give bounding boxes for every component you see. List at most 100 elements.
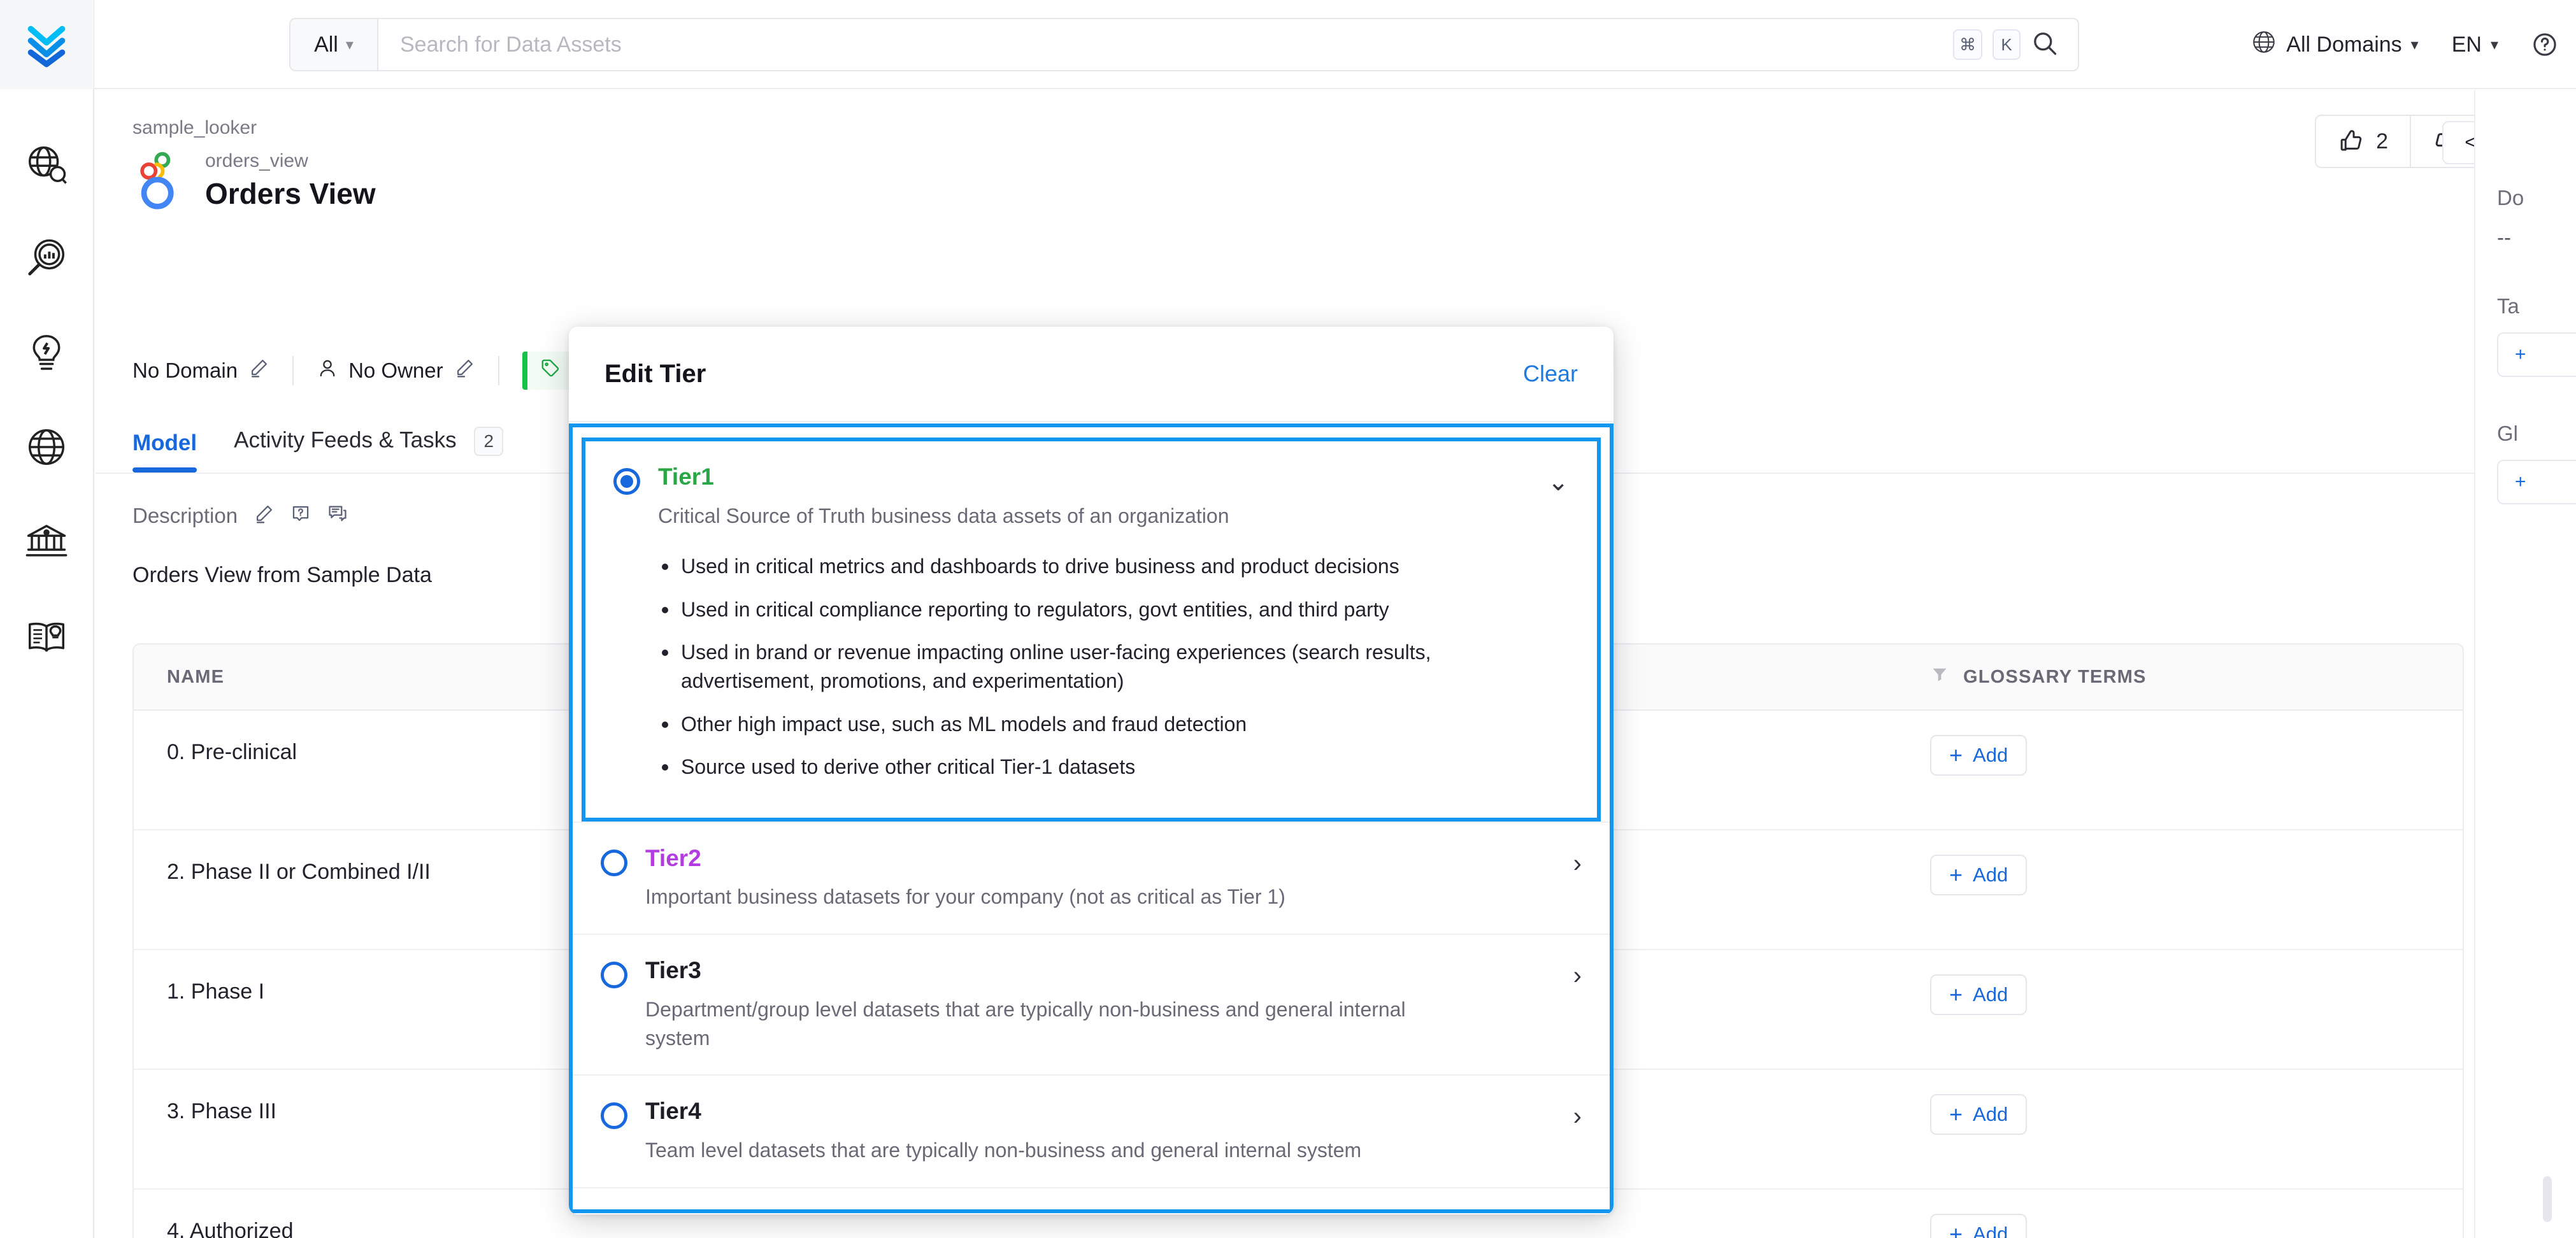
search-icon[interactable]: [2031, 29, 2059, 60]
edit-description-icon[interactable]: [253, 503, 275, 528]
chevron-down-icon[interactable]: ⌄: [1547, 469, 1569, 495]
kbd-k: K: [1993, 29, 2021, 60]
plus-icon: +: [1949, 1221, 1963, 1238]
tier-benefit-item: Other high impact use, such as ML models…: [659, 710, 1481, 739]
table-cell-glossary: + Add: [1930, 1190, 2452, 1238]
search-scope-label: All: [314, 32, 338, 57]
chevron-right-icon[interactable]: ›: [1573, 963, 1582, 988]
tier-benefit-item: Used in critical metrics and dashboards …: [659, 552, 1481, 581]
magnifier-chart-icon: [24, 236, 69, 281]
search-scope-dropdown[interactable]: All ▾: [290, 19, 378, 70]
sidebar-item-explore[interactable]: [0, 117, 94, 211]
domain-label: No Domain: [132, 359, 238, 382]
search-input[interactable]: [378, 19, 1953, 70]
tier-options-list: Tier1 Critical Source of Truth business d…: [569, 423, 1614, 1213]
chevron-right-icon[interactable]: ›: [1573, 1104, 1582, 1129]
tier-radio-tier1[interactable]: [613, 468, 640, 495]
add-glossary-term-label: Add: [1973, 983, 2008, 1006]
edit-owner-icon[interactable]: [454, 357, 475, 384]
top-bar: All ▾ ⌘ K: [94, 0, 2576, 89]
right-panel-glossary-label: Gl: [2497, 422, 2518, 445]
tab-model-label: Model: [132, 430, 197, 455]
right-panel-domain-label: Do: [2497, 186, 2524, 210]
language-selector[interactable]: EN ▾: [2452, 32, 2498, 57]
add-glossary-term-label: Add: [1973, 1223, 2008, 1238]
tier-description: Team level datasets that are typically n…: [645, 1139, 1362, 1162]
page-scrollbar-thumb[interactable]: [2543, 1176, 2552, 1222]
add-glossary-term-button[interactable]: + Add: [1930, 1094, 2028, 1135]
tier-description: Critical Source of Truth business data a…: [658, 504, 1229, 527]
user-icon: [317, 357, 338, 384]
column-header-glossary-terms[interactable]: GLOSSARY TERMS: [1930, 665, 2452, 689]
sidebar-item-glossary[interactable]: [0, 588, 94, 683]
add-glossary-term-button[interactable]: + Add: [1930, 855, 2028, 895]
language-label: EN: [2451, 32, 2482, 57]
breadcrumb[interactable]: sample_looker: [132, 117, 257, 139]
add-glossary-term-label: Add: [1973, 744, 2008, 766]
sidebar-item-observability[interactable]: [0, 211, 94, 306]
filter-icon[interactable]: [1930, 665, 1949, 689]
tier-radio-tier3[interactable]: [601, 961, 627, 988]
table-cell-glossary: + Add: [1930, 711, 2452, 776]
description-comments-icon[interactable]: [327, 503, 348, 528]
description-text: Orders View from Sample Data: [132, 563, 432, 587]
add-glossary-term-button[interactable]: + Add: [1930, 974, 2028, 1015]
divider: [292, 356, 294, 385]
sidebar-item-govern[interactable]: [0, 494, 94, 588]
clear-tier-button[interactable]: Clear: [1523, 360, 1578, 387]
tier-name: Tier2: [645, 844, 701, 871]
tab-activity-feeds-tasks[interactable]: Activity Feeds & Tasks 2: [234, 427, 504, 473]
plus-icon: +: [1949, 862, 1963, 888]
tier-option-tier4[interactable]: Tier4 Team level datasets that are typica…: [573, 1074, 1610, 1187]
looker-service-icon: [132, 149, 187, 210]
right-panel-glossary-add-button[interactable]: +: [2497, 460, 2576, 504]
globe-icon: [24, 425, 69, 469]
tab-activity-label: Activity Feeds & Tasks: [234, 427, 457, 453]
tier-name: Tier5: [645, 1211, 1573, 1213]
plus-icon: +: [2515, 344, 2526, 365]
help-icon[interactable]: [2531, 31, 2558, 58]
app-logo[interactable]: [0, 0, 94, 89]
tier-option-tier3[interactable]: Tier3 Department/group level datasets tha…: [573, 933, 1610, 1075]
add-glossary-term-button[interactable]: + Add: [1930, 735, 2028, 776]
domain-meta: No Domain: [132, 357, 269, 384]
tier-radio-tier4[interactable]: [601, 1102, 627, 1130]
kbd-command: ⌘: [1953, 29, 1982, 60]
lightbulb-icon: [24, 331, 69, 375]
right-panel-tags-add-button[interactable]: +: [2497, 332, 2576, 377]
tier-option-tier5[interactable]: Tier5Private/Unused data assets - No imp…: [573, 1186, 1610, 1213]
globe-icon: [2250, 29, 2277, 61]
edit-tier-popover: Edit Tier Clear Tier1 Critical Source of …: [569, 327, 1614, 1214]
page-title: Orders View: [205, 176, 376, 210]
global-search: All ▾ ⌘ K: [289, 18, 2079, 71]
add-glossary-term-button[interactable]: + Add: [1930, 1214, 2028, 1238]
table-cell-glossary: + Add: [1930, 830, 2452, 895]
owner-meta: No Owner: [317, 357, 475, 384]
tier-description: Important business datasets for your com…: [645, 885, 1285, 909]
request-description-icon[interactable]: [290, 503, 311, 528]
tier-description: Department/group level datasets that are…: [645, 997, 1406, 1049]
domains-selector[interactable]: All Domains ▾: [2250, 29, 2419, 61]
entity-name: orders_view: [205, 150, 308, 171]
top-bar-right: All Domains ▾ EN ▾: [2250, 0, 2576, 89]
left-nav-rail: [0, 0, 94, 1238]
add-glossary-term-label: Add: [1973, 864, 2008, 886]
chevron-down-icon: ▾: [345, 36, 354, 53]
tier-option-tier1[interactable]: Tier1 Critical Source of Truth business d…: [582, 438, 1601, 822]
chevron-down-icon: ▾: [2410, 36, 2419, 53]
entity-tabs: Model Activity Feeds & Tasks 2: [132, 427, 504, 473]
edit-domain-icon[interactable]: [248, 357, 269, 384]
tab-model[interactable]: Model: [132, 430, 197, 473]
upvote-button[interactable]: 2: [2316, 116, 2410, 167]
chevron-right-icon[interactable]: ›: [1573, 851, 1582, 876]
column-header-glossary-label: GLOSSARY TERMS: [1963, 666, 2147, 687]
sidebar-item-domains[interactable]: [0, 400, 94, 494]
entity-header: orders_view Orders View: [132, 149, 376, 212]
divider: [497, 356, 499, 385]
description-header: Description: [132, 503, 348, 528]
tier-radio-tier2[interactable]: [601, 849, 627, 876]
sidebar-item-insights[interactable]: [0, 306, 94, 400]
tier-benefit-item: Source used to derive other critical Tie…: [659, 753, 1481, 781]
tier-option-tier2[interactable]: Tier2 Important business datasets for you…: [573, 821, 1610, 934]
tier-name: Tier1: [658, 464, 714, 490]
